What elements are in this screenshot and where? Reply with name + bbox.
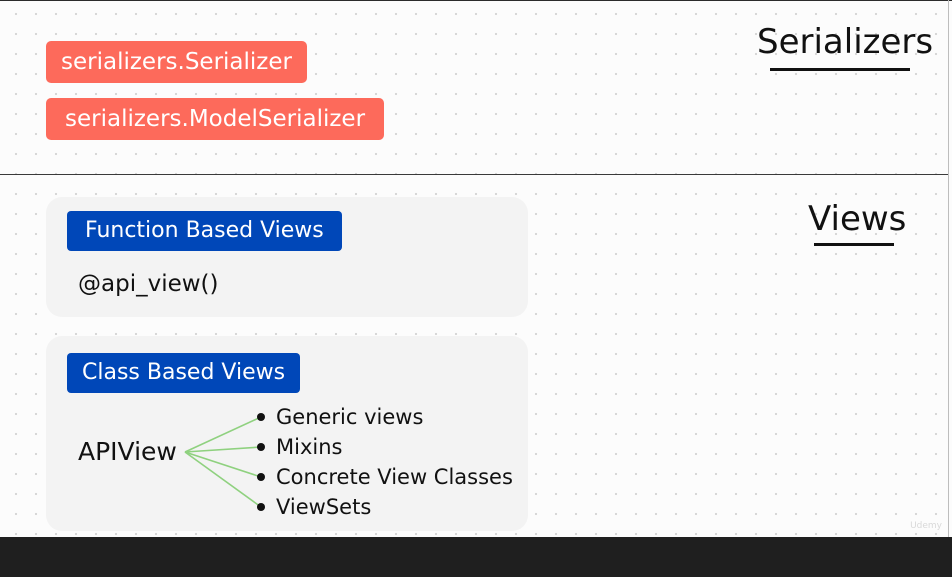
udemy-watermark: Udemy [910, 521, 942, 531]
viewsets-item: ViewSets [276, 495, 372, 519]
connector-generic-views [184, 416, 262, 453]
connector-concrete-view-classes [184, 451, 262, 478]
slide: serializers.Serializer serializers.Model… [0, 0, 952, 577]
mixins-item: Mixins [276, 435, 343, 459]
bullet-dot [257, 413, 265, 421]
bullet-dot [257, 473, 265, 481]
video-bottom-bar [0, 537, 952, 577]
generic-views-item: Generic views [276, 405, 424, 429]
bullet-dot [257, 503, 265, 511]
concrete-view-classes-item: Concrete View Classes [276, 465, 513, 489]
bullet-dot [257, 443, 265, 451]
connector-viewsets [184, 451, 262, 508]
connector-mixins [184, 446, 262, 453]
